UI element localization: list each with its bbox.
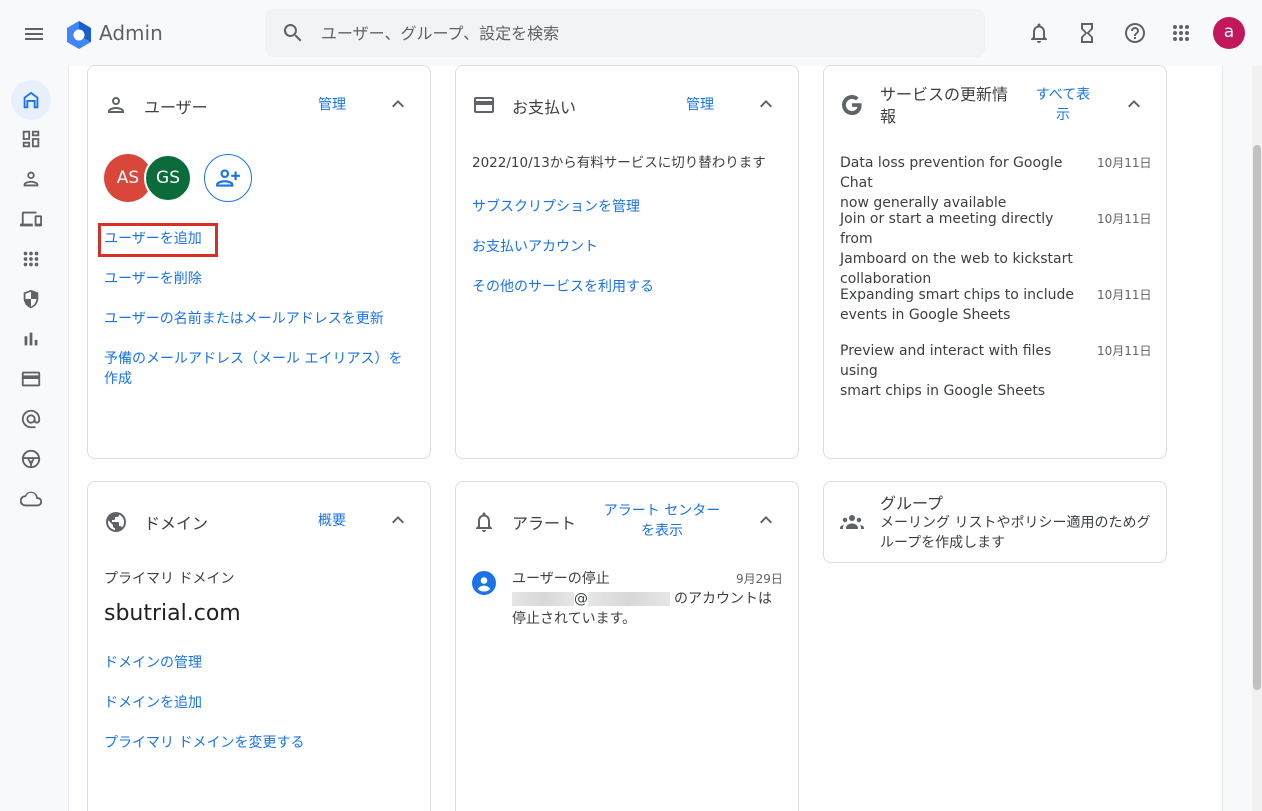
search-input[interactable] — [321, 9, 961, 57]
updates-title-line1: サービスの更新情 — [880, 85, 1009, 104]
manage-subscriptions-link[interactable]: サブスクリプションを管理 — [472, 197, 640, 217]
scrollbar-thumb[interactable] — [1253, 145, 1261, 690]
domain-card-title: ドメイン — [144, 514, 209, 533]
users-card-title: ユーザー — [144, 98, 208, 117]
alert-message: @ のアカウントは — [512, 589, 772, 609]
billing-icon[interactable] — [11, 359, 51, 399]
groups-icon — [840, 510, 864, 534]
billing-collapse-chevron-icon[interactable] — [754, 92, 778, 116]
update-item-date: 10月11日 — [1097, 212, 1152, 226]
domain-collapse-chevron-icon[interactable] — [386, 508, 410, 532]
storage-cloud-icon[interactable] — [11, 479, 51, 519]
create-alias-link[interactable]: 予備のメールアドレス（メール エイリアス）を — [104, 349, 402, 369]
billing-manage-link[interactable]: 管理 — [686, 95, 714, 115]
devices-icon[interactable] — [11, 199, 51, 239]
groups-card-title: グループ — [880, 494, 944, 513]
account-avatar[interactable]: a — [1213, 17, 1245, 49]
show-all-line1: すべて表 — [1035, 87, 1091, 103]
credit-card-icon — [472, 93, 496, 117]
update-user-name-link[interactable]: ユーザーの名前またはメールアドレスを更新 — [104, 309, 384, 329]
dashboard-icon[interactable] — [11, 119, 51, 159]
rules-icon[interactable] — [11, 439, 51, 479]
redacted-username — [512, 592, 574, 606]
reports-icon[interactable] — [11, 319, 51, 359]
tasks-hourglass-icon[interactable] — [1075, 21, 1099, 45]
main-menu-icon[interactable] — [22, 22, 46, 46]
update-item-title[interactable]: Data loss prevention for Google Chat now… — [840, 153, 1085, 213]
alert-at-sign: @ — [574, 591, 588, 607]
help-icon[interactable] — [1123, 21, 1147, 45]
person-icon — [104, 93, 128, 117]
update-item-date: 10月11日 — [1097, 156, 1152, 170]
users-card — [87, 65, 431, 459]
billing-card — [455, 65, 799, 459]
apps-icon[interactable] — [11, 239, 51, 279]
admin-logo-icon[interactable] — [64, 20, 94, 50]
update-line: Jamboard on the web to kickstart — [840, 251, 1073, 267]
alert-center-line1: アラート センター — [603, 503, 721, 519]
top-bar: Admin a — [0, 0, 1262, 66]
domain-overview-link[interactable]: 概要 — [318, 511, 346, 531]
create-alias-link-cont[interactable]: 作成 — [104, 369, 132, 389]
update-line: Data loss prevention for Google Chat — [840, 155, 1063, 191]
other-services-link[interactable]: その他のサービスを利用する — [472, 277, 654, 297]
delete-user-link[interactable]: ユーザーを削除 — [104, 269, 202, 289]
update-line: Expanding smart chips to include — [840, 287, 1074, 303]
alerts-card-title: アラート — [512, 514, 577, 533]
update-line: smart chips in Google Sheets — [840, 383, 1046, 399]
update-item-date: 10月11日 — [1097, 288, 1152, 302]
alert-user-icon — [472, 571, 496, 595]
apps-grid-icon[interactable] — [1169, 21, 1193, 45]
add-domain-link[interactable]: ドメインを追加 — [104, 693, 202, 713]
account-at-icon[interactable] — [11, 399, 51, 439]
notifications-bell-icon[interactable] — [1027, 21, 1051, 45]
user-avatar-gs[interactable]: GS — [144, 154, 192, 202]
billing-status-text: 2022/10/13から有料サービスに切り替わります — [472, 155, 766, 171]
alerts-collapse-chevron-icon[interactable] — [754, 508, 778, 532]
alert-center-link[interactable]: アラート センター を表示 — [600, 501, 724, 541]
users-manage-link[interactable]: 管理 — [318, 95, 346, 115]
groups-desc-2: ループを作成します — [880, 535, 1006, 551]
search-bar[interactable] — [265, 9, 985, 57]
show-all-line2: 示 — [1056, 107, 1070, 123]
alert-center-line2: を表示 — [641, 523, 683, 539]
alert-message-2: 停止されています。 — [512, 611, 637, 627]
updates-card-title: サービスの更新情 報 — [880, 84, 1008, 128]
groups-desc-1: メーリング リストやポリシー適用のためグ — [880, 515, 1151, 531]
google-g-icon — [840, 93, 864, 117]
add-person-icon — [216, 169, 240, 187]
users-collapse-chevron-icon[interactable] — [386, 92, 410, 116]
primary-domain-label: プライマリ ドメイン — [104, 571, 235, 587]
update-item-title[interactable]: Preview and interact with files using sm… — [840, 341, 1085, 401]
change-primary-domain-link[interactable]: プライマリ ドメインを変更する — [104, 733, 304, 753]
app-title[interactable]: Admin — [99, 21, 163, 45]
update-line: Join or start a meeting directly from — [840, 211, 1054, 247]
billing-card-title: お支払い — [512, 98, 577, 117]
security-icon[interactable] — [11, 279, 51, 319]
billing-accounts-link[interactable]: お支払いアカウント — [472, 237, 598, 257]
domain-card — [87, 481, 431, 811]
redacted-domain — [588, 592, 670, 606]
bell-icon — [472, 510, 496, 534]
add-user-link[interactable]: ユーザーを追加 — [104, 229, 202, 249]
updates-title-line2: 報 — [880, 107, 897, 126]
alert-text-1: のアカウントは — [674, 591, 772, 607]
home-icon[interactable] — [11, 80, 51, 120]
update-item-title[interactable]: Join or start a meeting directly from Ja… — [840, 209, 1085, 289]
primary-domain-value: sbutrial.com — [104, 601, 241, 626]
update-line: Preview and interact with files using — [840, 343, 1052, 379]
user-icon[interactable] — [11, 159, 51, 199]
update-line: events in Google Sheets — [840, 307, 1011, 323]
updates-collapse-chevron-icon[interactable] — [1122, 92, 1146, 116]
alert-date: 9月29日 — [736, 572, 783, 586]
update-item-date: 10月11日 — [1097, 344, 1152, 358]
update-item-title[interactable]: Expanding smart chips to include events … — [840, 285, 1085, 325]
search-icon[interactable] — [281, 21, 305, 45]
manage-domains-link[interactable]: ドメインの管理 — [104, 653, 202, 673]
show-all-updates-link[interactable]: すべて表 示 — [1030, 85, 1096, 125]
add-user-avatar-button[interactable] — [204, 154, 252, 202]
alert-title[interactable]: ユーザーの停止 — [512, 569, 610, 589]
globe-icon — [104, 510, 128, 534]
